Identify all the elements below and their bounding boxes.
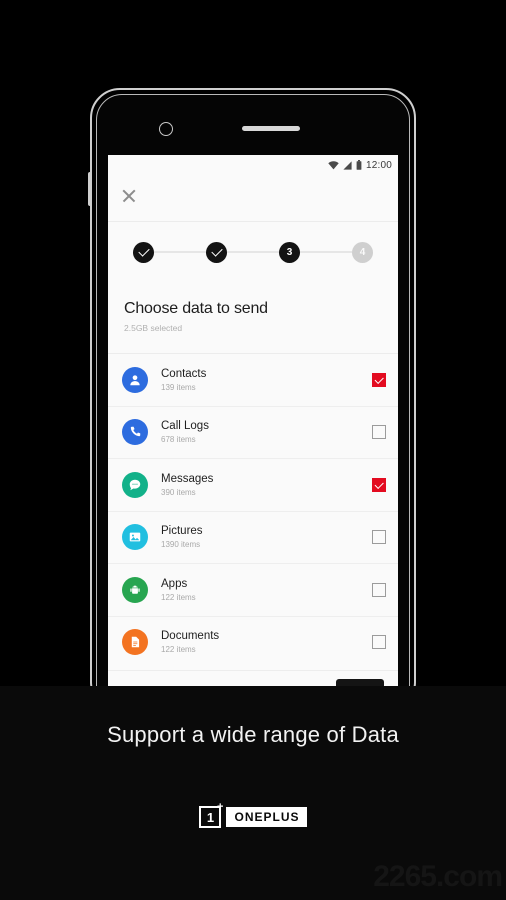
checkbox-documents[interactable]	[372, 635, 386, 650]
data-type-list: Contacts 139 items Call Logs 678 items M…	[108, 353, 398, 668]
check-icon	[137, 245, 150, 257]
list-item[interactable]: Contacts 139 items	[108, 353, 398, 406]
list-item-count: 122 items	[161, 592, 196, 602]
image-icon	[122, 524, 148, 551]
list-item-count: 678 items	[161, 435, 196, 445]
checkbox-contacts[interactable]	[372, 372, 386, 387]
site-watermark: 2265.com	[373, 860, 503, 893]
checkbox-apps[interactable]	[372, 582, 386, 597]
app-bar	[108, 175, 398, 222]
camera-circle-icon	[159, 122, 173, 136]
list-item[interactable]: Documents 122 items	[108, 615, 398, 669]
oneplus-mark-digit: 1	[206, 809, 215, 825]
header-block: Choose data to send 2.5GB selected	[108, 282, 398, 353]
phone-device-frame: 12:00 3 4 Choose data to send 2.5GB sele…	[88, 88, 416, 686]
step-connector	[300, 251, 352, 253]
hero-stage: 12:00 3 4 Choose data to send 2.5GB sele…	[0, 0, 506, 686]
caption-area: Support a wide range of Data 1 + ONEPLUS…	[0, 686, 506, 900]
step-connector	[227, 251, 279, 253]
list-item-title: Apps	[161, 577, 188, 590]
list-item-text: Apps 122 items	[161, 578, 372, 602]
step-indicator: 3 4	[108, 222, 398, 282]
list-item-count: 390 items	[161, 487, 196, 497]
list-item-title: Call Logs	[161, 420, 209, 433]
document-icon	[122, 629, 148, 656]
caption-text: Support a wide range of Data	[107, 722, 399, 747]
person-icon	[122, 366, 148, 393]
close-icon[interactable]	[120, 187, 138, 205]
checkbox-call-logs[interactable]	[372, 425, 386, 440]
list-item-text: Documents 122 items	[161, 630, 372, 654]
check-icon	[374, 374, 384, 384]
android-icon	[122, 576, 148, 603]
send-button[interactable]	[336, 679, 384, 686]
step-connector	[154, 251, 206, 253]
list-item-title: Documents	[161, 630, 220, 643]
bottom-action-bar	[108, 670, 398, 686]
oneplus-wordmark: ONEPLUS	[226, 807, 307, 827]
step-1[interactable]	[133, 241, 154, 263]
checkbox-pictures[interactable]	[372, 530, 386, 545]
list-item-text: Pictures 1390 items	[161, 525, 372, 549]
phone-bezel: 12:00 3 4 Choose data to send 2.5GB sele…	[96, 94, 410, 686]
wifi-icon	[328, 160, 339, 170]
list-item-title: Pictures	[161, 525, 203, 538]
check-icon	[374, 479, 384, 489]
phone-icon	[122, 419, 148, 446]
list-item-text: Call Logs 678 items	[161, 420, 372, 444]
oneplus-mark-plus: +	[217, 801, 224, 813]
step-2[interactable]	[206, 241, 227, 263]
selected-size-label: 2.5GB selected	[124, 323, 183, 333]
oneplus-logo: 1 + ONEPLUS	[0, 802, 506, 828]
page-title: Choose data to send	[124, 300, 268, 317]
earpiece-speaker-icon	[242, 126, 300, 131]
list-item[interactable]: Pictures 1390 items	[108, 510, 398, 564]
status-bar: 12:00	[108, 155, 398, 175]
checkbox-messages[interactable]	[372, 477, 386, 492]
list-item[interactable]: Apps 122 items	[108, 563, 398, 616]
list-item-title: Messages	[161, 472, 214, 485]
cellular-signal-icon	[343, 160, 352, 170]
check-icon	[210, 245, 223, 257]
list-item-text: Contacts 139 items	[161, 368, 372, 392]
status-bar-time: 12:00	[365, 159, 392, 171]
list-item-count: 139 items	[161, 382, 196, 392]
device-screen: 12:00 3 4 Choose data to send 2.5GB sele…	[108, 155, 398, 686]
oneplus-mark-icon: 1 +	[199, 802, 223, 828]
list-item-text: Messages 390 items	[161, 473, 372, 497]
list-item-title: Contacts	[161, 367, 207, 380]
message-icon	[122, 471, 148, 498]
volume-button[interactable]	[88, 172, 91, 206]
list-item-count: 1390 items	[161, 540, 201, 550]
list-item[interactable]: Messages 390 items	[108, 458, 398, 511]
list-item[interactable]: Call Logs 678 items	[108, 405, 398, 459]
step-3[interactable]: 3	[279, 241, 300, 263]
list-item-count: 122 items	[161, 645, 196, 655]
step-4[interactable]: 4	[352, 241, 373, 263]
battery-icon	[356, 160, 362, 170]
